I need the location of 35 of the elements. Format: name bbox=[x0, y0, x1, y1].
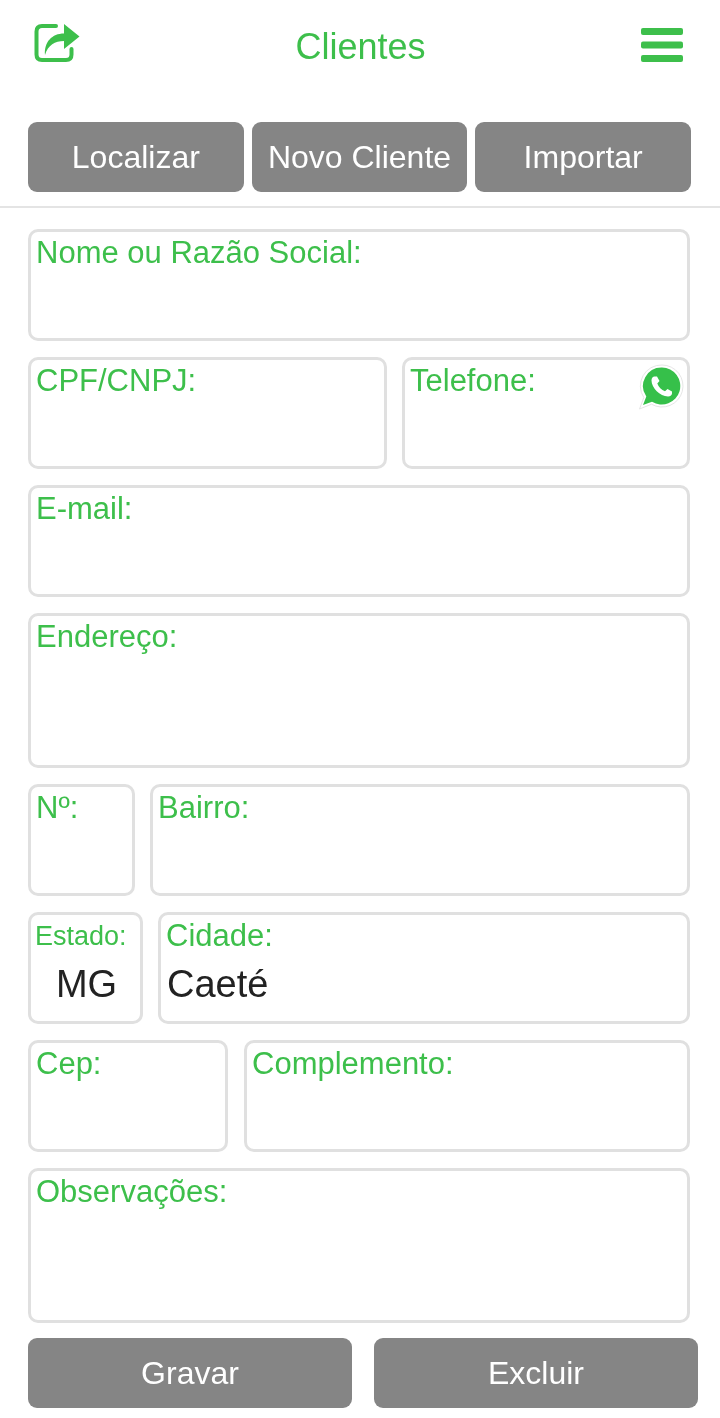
import-button[interactable]: Importar bbox=[475, 122, 691, 192]
field-label: Endereço: bbox=[36, 619, 178, 655]
field-value: MG bbox=[55, 962, 118, 1006]
input-field[interactable]: CPF/CNPJ: bbox=[28, 357, 387, 469]
save-button[interactable]: Gravar bbox=[28, 1338, 352, 1408]
input-field[interactable]: Endereço: bbox=[28, 613, 690, 768]
field-label: Bairro: bbox=[158, 790, 250, 826]
field-label: Complemento: bbox=[252, 1046, 454, 1082]
field-label: Cep: bbox=[36, 1046, 102, 1082]
field-label: E-mail: bbox=[36, 491, 133, 527]
menu-icon[interactable] bbox=[641, 28, 683, 62]
search-button[interactable]: Localizar bbox=[28, 122, 244, 192]
field-label: Cidade: bbox=[166, 918, 273, 954]
field-label: Observações: bbox=[36, 1174, 228, 1210]
page-title: Clientes bbox=[295, 25, 426, 69]
phone-chat-icon[interactable] bbox=[637, 363, 685, 413]
input-field[interactable]: Observações: bbox=[28, 1168, 690, 1323]
input-field[interactable]: Cep: bbox=[28, 1040, 228, 1152]
input-field[interactable]: Telefone: bbox=[402, 357, 690, 469]
share-icon[interactable] bbox=[34, 21, 80, 62]
input-field[interactable]: Cidade: Caeté bbox=[158, 912, 690, 1024]
input-field[interactable]: Complemento: bbox=[244, 1040, 690, 1152]
field-label: Nº: bbox=[36, 790, 79, 826]
field-label: Nome ou Razão Social: bbox=[36, 235, 362, 271]
field-label: Estado: bbox=[35, 920, 127, 953]
input-field[interactable]: Nº: bbox=[28, 784, 135, 896]
input-field[interactable]: Bairro: bbox=[150, 784, 690, 896]
field-value: Caeté bbox=[166, 962, 269, 1006]
delete-button[interactable]: Excluir bbox=[374, 1338, 698, 1408]
new-client-button[interactable]: Novo Cliente bbox=[251, 122, 468, 192]
field-label: CPF/CNPJ: bbox=[36, 363, 197, 399]
input-field[interactable]: E-mail: bbox=[28, 485, 690, 597]
input-field[interactable]: Nome ou Razão Social: bbox=[28, 229, 690, 341]
input-field[interactable]: Estado: MG bbox=[28, 912, 143, 1024]
field-label: Telefone: bbox=[410, 363, 536, 399]
